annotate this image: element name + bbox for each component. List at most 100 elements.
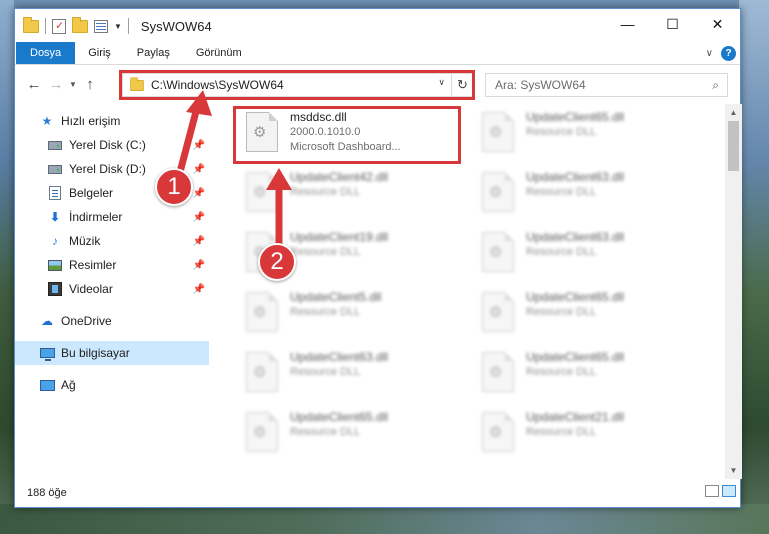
file-item[interactable]: ⚙ UpdateClient5.dll Resource DLL <box>238 288 468 346</box>
chevron-down-icon[interactable]: ▼ <box>114 22 122 31</box>
disk-icon <box>47 161 63 177</box>
pin-icon[interactable]: 📌 <box>193 164 205 175</box>
folder-icon <box>23 16 39 33</box>
tab-share[interactable]: Paylaş <box>124 42 183 64</box>
sidebar-item-label: Resimler <box>69 258 117 272</box>
forward-arrow-icon[interactable]: → <box>45 76 67 93</box>
window-title: SysWOW64 <box>140 18 212 34</box>
tab-home[interactable]: Giriş <box>75 42 124 64</box>
search-placeholder: Ara: SysWOW64 <box>495 78 586 92</box>
sidebar-item-downloads[interactable]: ⬇ İndirmeler 📌 <box>15 205 209 229</box>
dll-file-icon: ⚙ <box>482 292 514 332</box>
sidebar-item-onedrive[interactable]: ☁ OneDrive <box>15 309 209 333</box>
file-description: Resource DLL <box>526 306 597 318</box>
file-description: Resource DLL <box>526 246 597 258</box>
file-name: UpdateClient21.dll <box>526 410 625 424</box>
sidebar-item-network[interactable]: Ağ <box>15 373 209 397</box>
sidebar-item-quick-access[interactable]: ★ Hızlı erişim <box>15 109 209 133</box>
dll-file-icon: ⚙ <box>482 112 514 152</box>
tab-file[interactable]: Dosya <box>16 42 76 64</box>
details-view-icon[interactable] <box>705 485 719 497</box>
pin-icon[interactable]: 📌 <box>193 284 205 295</box>
vertical-scrollbar[interactable]: ▲ ▼ <box>725 104 742 479</box>
file-name: UpdateClient65.dll <box>526 290 625 304</box>
dll-file-icon: ⚙ <box>246 112 278 152</box>
star-icon: ★ <box>41 114 53 128</box>
navigation-pane: ★ Hızlı erişim Yerel Disk (C:) 📌 Yerel D… <box>15 104 209 479</box>
address-dropdown-icon[interactable]: ∨ <box>438 77 445 88</box>
window-controls: — ☐ ✕ <box>605 9 740 39</box>
file-description: Resource DLL <box>290 426 361 438</box>
up-arrow-icon[interactable]: ↑ <box>79 76 101 93</box>
ribbon-right-controls: ∨ ? <box>706 46 736 61</box>
properties-check-icon[interactable] <box>52 18 66 34</box>
file-item[interactable]: ⚙ UpdateClient63.dll Resource DLL <box>474 168 704 226</box>
pin-icon[interactable]: 📌 <box>193 140 205 151</box>
file-description: Resource DLL <box>290 366 361 378</box>
large-icons-view-icon[interactable] <box>722 485 736 497</box>
minimize-button[interactable]: — <box>605 9 650 39</box>
address-path[interactable]: C:\Windows\SysWOW64 <box>151 78 284 92</box>
sidebar-item-label: Ağ <box>61 378 76 392</box>
search-input[interactable]: Ara: SysWOW64 ⌕ <box>485 73 728 97</box>
file-item-msddsc[interactable]: ⚙ msddsc.dll 2000.0.1010.0 Microsoft Das… <box>238 108 468 166</box>
navigation-bar: ← → ▼ ↑ C:\Windows\SysWOW64 ∨ ↻ Ara: Sys… <box>15 65 740 103</box>
back-arrow-icon[interactable]: ← <box>23 76 45 93</box>
file-description: Resource DLL <box>290 186 361 198</box>
refresh-icon[interactable]: ↻ <box>451 74 473 96</box>
pictures-icon <box>47 257 63 273</box>
scroll-thumb[interactable] <box>728 121 739 171</box>
file-item[interactable]: ⚙ UpdateClient65.dll Resource DLL <box>474 348 704 406</box>
file-description: Resource DLL <box>290 246 361 258</box>
file-name: UpdateClient63.dll <box>526 230 625 244</box>
file-item[interactable]: ⚙ UpdateClient21.dll Resource DLL <box>474 408 704 466</box>
search-icon[interactable]: ⌕ <box>712 78 719 93</box>
scroll-up-icon[interactable]: ▲ <box>725 104 742 121</box>
file-name: msddsc.dll <box>290 110 347 124</box>
file-description: Resource DLL <box>526 126 597 138</box>
file-item[interactable]: ⚙ UpdateClient65.dll Resource DLL <box>474 108 704 166</box>
status-bar: 188 öğe <box>15 479 742 507</box>
pin-icon[interactable]: 📌 <box>193 188 205 199</box>
dll-file-icon: ⚙ <box>246 412 278 452</box>
folder-icon <box>130 76 144 91</box>
properties-icon[interactable] <box>94 19 108 33</box>
sidebar-item-pictures[interactable]: Resimler 📌 <box>15 253 209 277</box>
tab-view[interactable]: Görünüm <box>183 42 255 64</box>
sidebar-item-videos[interactable]: Videolar 📌 <box>15 277 209 301</box>
file-name: UpdateClient65.dll <box>526 110 625 124</box>
network-icon <box>39 377 55 393</box>
help-icon[interactable]: ? <box>721 46 736 61</box>
address-bar[interactable]: C:\Windows\SysWOW64 ∨ ↻ <box>122 73 474 97</box>
file-version: 2000.0.1010.0 <box>290 126 361 138</box>
new-folder-icon[interactable] <box>72 16 88 33</box>
file-item[interactable]: ⚙ UpdateClient63.dll Resource DLL <box>238 348 468 406</box>
document-icon <box>47 185 63 201</box>
scroll-down-icon[interactable]: ▼ <box>725 462 742 479</box>
sidebar-item-label: Videolar <box>69 282 113 296</box>
file-item[interactable]: ⚙ UpdateClient65.dll Resource DLL <box>474 288 704 346</box>
desktop-background-bottom <box>0 504 769 534</box>
sidebar-item-label: Yerel Disk (C:) <box>69 138 146 152</box>
file-item[interactable]: ⚙ UpdateClient63.dll Resource DLL <box>474 228 704 286</box>
file-item[interactable]: ⚙ UpdateClient65.dll Resource DLL <box>238 408 468 466</box>
close-button[interactable]: ✕ <box>695 9 740 39</box>
ribbon-expand-icon[interactable]: ∨ <box>706 48 713 59</box>
file-item[interactable]: ⚙ UpdateClient42.dll Resource DLL <box>238 168 468 226</box>
sidebar-item-disk-c[interactable]: Yerel Disk (C:) 📌 <box>15 133 209 157</box>
pin-icon[interactable]: 📌 <box>193 260 205 271</box>
file-name: UpdateClient63.dll <box>526 170 625 184</box>
item-count: 188 öğe <box>27 487 67 499</box>
file-name: UpdateClient5.dll <box>290 290 382 304</box>
explorer-window: ▼ SysWOW64 — ☐ ✕ Dosya Giriş Paylaş Görü… <box>14 8 742 508</box>
recent-locations-chevron-icon[interactable]: ▼ <box>67 80 79 89</box>
sidebar-item-label: OneDrive <box>61 314 112 328</box>
maximize-button[interactable]: ☐ <box>650 9 695 39</box>
file-name: UpdateClient63.dll <box>290 350 389 364</box>
sidebar-item-label: Yerel Disk (D:) <box>69 162 146 176</box>
pin-icon[interactable]: 📌 <box>193 236 205 247</box>
dll-file-icon: ⚙ <box>482 352 514 392</box>
sidebar-item-music[interactable]: ♪ Müzik 📌 <box>15 229 209 253</box>
sidebar-item-this-pc[interactable]: Bu bilgisayar <box>15 341 209 365</box>
pin-icon[interactable]: 📌 <box>193 212 205 223</box>
